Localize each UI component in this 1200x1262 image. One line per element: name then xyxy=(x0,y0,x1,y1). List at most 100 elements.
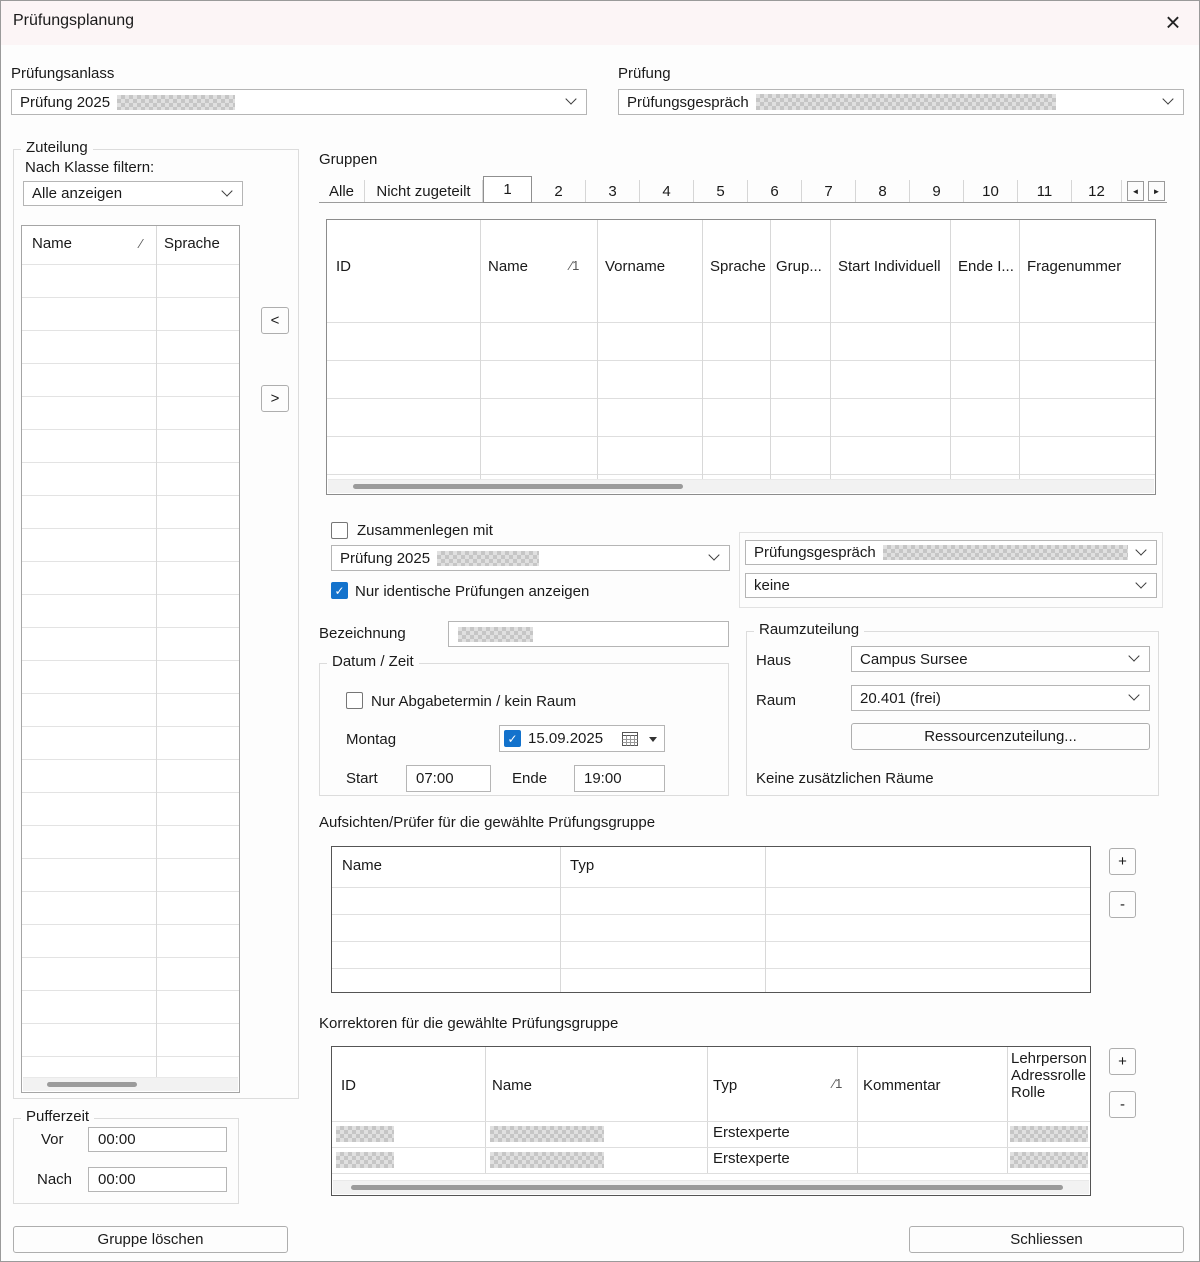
column-header-fragenummer[interactable]: Fragenummer xyxy=(1027,258,1121,275)
column-header-name[interactable]: Name xyxy=(342,857,382,874)
tab-alle[interactable]: Alle xyxy=(319,180,365,202)
column-divider xyxy=(597,220,598,480)
column-header-sprache[interactable]: Sprache xyxy=(710,258,766,275)
nach-label: Nach xyxy=(37,1171,72,1188)
column-header-ende-individuell[interactable]: Ende I... xyxy=(958,258,1014,275)
column-header-typ[interactable]: Typ xyxy=(713,1077,737,1094)
redacted-text xyxy=(1010,1152,1088,1168)
column-header-name[interactable]: Name xyxy=(488,258,528,275)
ende-input[interactable]: 19:00 xyxy=(574,765,665,792)
korrektoren-label: Korrektoren für die gewählte Prüfungsgru… xyxy=(319,1015,618,1032)
raum-label: Raum xyxy=(756,692,796,709)
column-header-name[interactable]: Name xyxy=(492,1077,532,1094)
aufsichten-remove-button[interactable]: - xyxy=(1109,891,1136,918)
haus-select[interactable]: Campus Sursee xyxy=(851,646,1150,672)
raum-select[interactable]: 20.401 (frei) xyxy=(851,685,1150,711)
zusammenlegen-gespraech-select[interactable]: Prüfungsgespräch xyxy=(745,540,1157,565)
chevron-down-icon xyxy=(1135,544,1146,555)
vor-input[interactable]: 00:00 xyxy=(88,1127,227,1152)
title-bar: Prüfungsplanung × xyxy=(1,1,1199,45)
pruefungsplanung-dialog: Prüfungsplanung × Prüfungsanlass Prüfung… xyxy=(0,0,1200,1262)
aufsichten-table: Name Typ xyxy=(331,846,1091,993)
move-right-button[interactable]: > xyxy=(261,385,289,412)
identisch-label: Nur identische Prüfungen anzeigen xyxy=(355,583,589,600)
start-input[interactable]: 07:00 xyxy=(406,765,491,792)
pruefung-select[interactable]: Prüfungsgespräch xyxy=(618,89,1184,115)
column-divider xyxy=(485,1047,486,1174)
row-divider xyxy=(332,1121,1090,1122)
column-header-name[interactable]: Name xyxy=(32,235,72,252)
aufsichten-add-button[interactable]: + xyxy=(1109,848,1136,875)
scrollbar-thumb[interactable] xyxy=(47,1082,137,1087)
move-left-button[interactable]: < xyxy=(261,307,289,334)
tab-1[interactable]: 1 xyxy=(483,176,532,203)
row-lines xyxy=(22,264,239,1076)
redacted-text xyxy=(490,1126,604,1142)
tab-6[interactable]: 6 xyxy=(748,180,802,202)
column-header-sprache[interactable]: Sprache xyxy=(164,235,220,252)
abgabetermin-checkbox[interactable] xyxy=(346,692,363,709)
window-title: Prüfungsplanung xyxy=(13,12,134,30)
column-header-lehrperson[interactable]: Lehrperson Adressrolle Rolle xyxy=(1011,1050,1091,1101)
vor-label: Vor xyxy=(41,1131,64,1148)
column-header-kommentar[interactable]: Kommentar xyxy=(863,1077,941,1094)
bezeichnung-input[interactable] xyxy=(448,621,729,647)
calendar-icon[interactable] xyxy=(622,731,638,746)
korrektoren-add-button[interactable]: + xyxy=(1109,1048,1136,1075)
tab-5[interactable]: 5 xyxy=(694,180,748,202)
zusammenlegen-checkbox[interactable] xyxy=(331,522,348,539)
tabs-scroll-left-icon[interactable]: ◄ xyxy=(1127,181,1144,201)
tab-nicht-zugeteilt[interactable]: Nicht zugeteilt xyxy=(365,180,483,202)
column-divider xyxy=(857,1047,858,1174)
column-header-gruppe[interactable]: Grup... xyxy=(776,258,822,275)
gruppe-loeschen-button[interactable]: Gruppe löschen xyxy=(13,1226,288,1253)
zusammenlegen-pruefung-select[interactable]: Prüfung 2025 xyxy=(331,545,730,571)
datum-field[interactable]: ✓ 15.09.2025 xyxy=(499,725,665,752)
gruppen-label: Gruppen xyxy=(319,151,377,168)
start-value: 07:00 xyxy=(416,770,454,787)
scrollbar-thumb[interactable] xyxy=(351,1185,1063,1190)
chevron-down-icon xyxy=(565,93,576,104)
tabs-scroll-right-icon[interactable]: ► xyxy=(1148,181,1165,201)
column-header-start-individuell[interactable]: Start Individuell xyxy=(838,258,941,275)
horizontal-scrollbar[interactable] xyxy=(333,1180,1089,1194)
tab-2[interactable]: 2 xyxy=(532,180,586,202)
ressourcenzuteilung-button[interactable]: Ressourcenzuteilung... xyxy=(851,723,1150,750)
horizontal-scrollbar[interactable] xyxy=(328,479,1154,493)
tab-3[interactable]: 3 xyxy=(586,180,640,202)
korrektoren-remove-button[interactable]: - xyxy=(1109,1091,1136,1118)
tab-4[interactable]: 4 xyxy=(640,180,694,202)
identisch-checkbox[interactable]: ✓ xyxy=(331,582,348,599)
pruefungsanlass-select[interactable]: Prüfung 2025 xyxy=(11,89,587,115)
column-header-vorname[interactable]: Vorname xyxy=(605,258,665,275)
tab-10[interactable]: 10 xyxy=(964,180,1018,202)
close-icon[interactable]: × xyxy=(1157,6,1189,38)
schliessen-button[interactable]: Schliessen xyxy=(909,1226,1184,1253)
datum-checkbox[interactable]: ✓ xyxy=(504,730,521,747)
keine-select[interactable]: keine xyxy=(745,573,1157,598)
klassen-table: Name ∕ Sprache xyxy=(21,225,240,1093)
tab-11[interactable]: 11 xyxy=(1018,180,1072,202)
sort-indicator-icon: ∕1 xyxy=(570,258,579,273)
redacted-text xyxy=(336,1152,394,1168)
tab-12[interactable]: 12 xyxy=(1072,180,1122,202)
tab-7[interactable]: 7 xyxy=(802,180,856,202)
column-header-typ[interactable]: Typ xyxy=(570,857,594,874)
horizontal-scrollbar[interactable] xyxy=(23,1077,238,1091)
redacted-text xyxy=(437,551,539,566)
raum-hinweis: Keine zusätzlichen Räume xyxy=(756,770,934,787)
column-divider xyxy=(480,220,481,480)
redacted-text xyxy=(1010,1126,1088,1142)
sort-indicator-icon: ∕1 xyxy=(833,1076,842,1091)
dropdown-arrow-icon[interactable] xyxy=(649,737,657,742)
scrollbar-thumb[interactable] xyxy=(353,484,683,489)
column-divider xyxy=(770,220,771,480)
tab-8[interactable]: 8 xyxy=(856,180,910,202)
column-header-id[interactable]: ID xyxy=(336,258,351,275)
klasse-filter-label: Nach Klasse filtern: xyxy=(25,159,154,176)
nach-input[interactable]: 00:00 xyxy=(88,1167,227,1192)
pruefung-label: Prüfung xyxy=(618,65,671,82)
column-header-id[interactable]: ID xyxy=(341,1077,356,1094)
klasse-filter-select[interactable]: Alle anzeigen xyxy=(23,181,243,206)
tab-9[interactable]: 9 xyxy=(910,180,964,202)
